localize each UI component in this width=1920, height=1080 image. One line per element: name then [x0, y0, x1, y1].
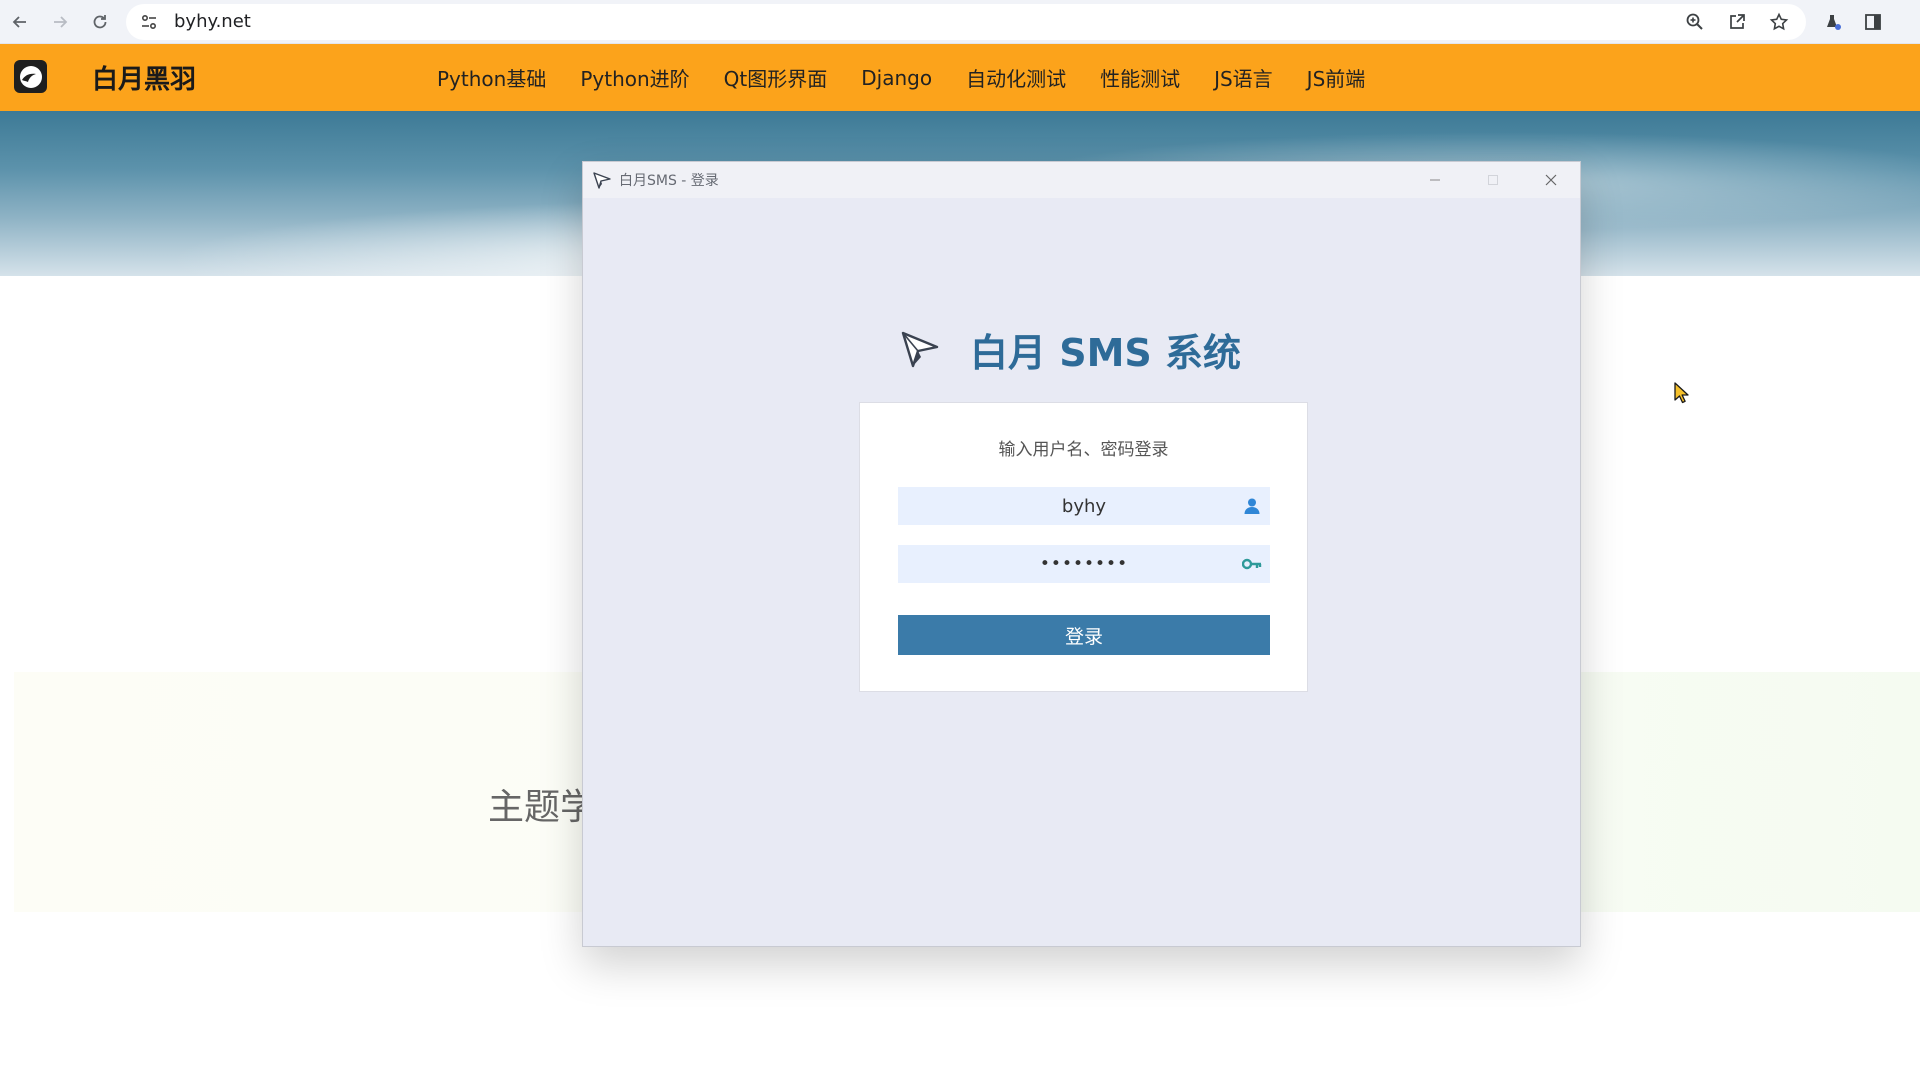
address-bar[interactable]: byhy.net	[126, 3, 1806, 40]
share-button[interactable]	[1724, 9, 1750, 35]
zoom-button[interactable]	[1682, 9, 1708, 35]
login-form: 输入用户名、密码登录 byhy •••••••• 登录	[859, 402, 1308, 692]
login-prompt: 输入用户名、密码登录	[998, 440, 1169, 460]
username-field[interactable]: byhy	[898, 487, 1270, 525]
login-button[interactable]: 登录	[898, 615, 1270, 655]
dialog-titlebar[interactable]: 白月SMS - 登录	[583, 162, 1580, 198]
url-text[interactable]: byhy.net	[174, 11, 251, 32]
key-icon	[1242, 554, 1262, 574]
site-info-icon	[141, 14, 157, 29]
bookmark-button[interactable]	[1766, 9, 1792, 35]
zoom-icon	[1686, 13, 1703, 30]
forward-icon	[54, 15, 68, 28]
site-brand[interactable]: 白月黑羽	[92, 44, 196, 111]
nav-item-django[interactable]: Django	[844, 66, 949, 90]
maximize-icon	[1488, 175, 1498, 185]
side-panel-button[interactable]	[1860, 9, 1886, 35]
share-icon	[1730, 13, 1745, 29]
back-button[interactable]	[0, 0, 40, 44]
minimize-icon	[1430, 179, 1440, 181]
close-icon	[1545, 174, 1557, 186]
forward-button[interactable]	[40, 0, 80, 44]
mouse-cursor-icon	[1674, 382, 1689, 404]
site-logo[interactable]	[14, 60, 47, 93]
nav-item-automation-testing[interactable]: 自动化测试	[949, 63, 1083, 92]
extension-icon	[1827, 14, 1841, 30]
moon-logo-icon	[19, 65, 42, 88]
password-value[interactable]: ••••••••	[898, 554, 1270, 574]
site-header: 白月黑羽 Python基础 Python进阶 Qt图形界面 Django 自动化…	[0, 44, 1920, 111]
side-panel-icon	[1865, 13, 1881, 30]
nav-item-python-advanced[interactable]: Python进阶	[563, 63, 706, 92]
nav-item-performance-testing[interactable]: 性能测试	[1083, 63, 1197, 92]
reload-button[interactable]	[80, 0, 120, 44]
nav-item-python-basics[interactable]: Python基础	[420, 63, 563, 92]
password-field[interactable]: ••••••••	[898, 545, 1270, 583]
dialog-heading: 白月 SMS 系统	[898, 314, 1241, 384]
extensions-button[interactable]	[1820, 9, 1846, 35]
paper-plane-logo-icon	[898, 327, 942, 371]
back-icon	[12, 15, 26, 28]
user-icon	[1242, 496, 1262, 516]
minimize-button[interactable]	[1406, 162, 1464, 198]
close-button[interactable]	[1522, 162, 1580, 198]
username-value[interactable]: byhy	[898, 496, 1270, 517]
system-title: 白月 SMS 系统	[970, 330, 1242, 375]
site-info-button[interactable]	[138, 11, 160, 33]
dialog-title: 白月SMS - 登录	[619, 173, 719, 189]
feature-heading: 主题学	[488, 787, 597, 828]
login-dialog: 白月SMS - 登录 白月 SMS 系统 输入用户名、密码登录 byhy •••…	[582, 161, 1581, 947]
reload-icon	[93, 14, 107, 28]
nav-item-js-frontend[interactable]: JS前端	[1290, 63, 1383, 92]
site-nav: Python基础 Python进阶 Qt图形界面 Django 自动化测试 性能…	[420, 44, 1382, 111]
maximize-button[interactable]	[1464, 162, 1522, 198]
paper-plane-icon	[592, 170, 612, 190]
bookmark-star-icon	[1769, 12, 1789, 30]
nav-item-qt-gui[interactable]: Qt图形界面	[707, 63, 845, 92]
nav-item-js-language[interactable]: JS语言	[1197, 63, 1290, 92]
browser-toolbar: byhy.net	[0, 0, 1920, 44]
